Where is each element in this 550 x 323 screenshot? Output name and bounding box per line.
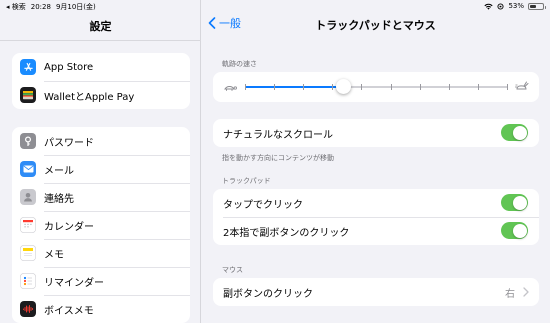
sidebar-item-label: App Store (44, 61, 94, 73)
voice-memos-icon (20, 301, 36, 317)
mouse-card: 副ボタンのクリック 右 (213, 278, 539, 306)
calendar-icon (20, 217, 36, 233)
status-bar: ◂ 検索 20:28 9月10日(金) 53% (0, 0, 550, 12)
natural-scroll-card: ナチュラルなスクロール (213, 119, 539, 147)
sidebar-title: 設定 (89, 20, 112, 33)
sidebar-item-label: パスワード (44, 137, 94, 149)
contacts-icon (20, 189, 36, 205)
slider-thumb[interactable] (336, 79, 352, 94)
sidebar-item-label: メール (44, 165, 74, 177)
key-icon (20, 133, 36, 149)
slider-tick (477, 84, 479, 90)
sidebar-item-voice-memos[interactable]: ボイスメモ (12, 295, 190, 323)
secondary-click-label: 副ボタンのクリック (223, 288, 313, 300)
battery-percent: 53% (508, 2, 524, 10)
sidebar-group-apps: パスワード メール 連絡先 カレンダー メモ リマインダー ボイスメモ (12, 127, 190, 323)
sidebar-item-calendar[interactable]: カレンダー (12, 211, 190, 239)
status-date: 9月10日(金) (55, 3, 96, 11)
natural-scroll-toggle[interactable] (501, 124, 528, 141)
tortoise-icon (224, 86, 237, 91)
tap-to-click-row: タップでクリック (213, 189, 539, 217)
sidebar-item-contacts[interactable]: 連絡先 (12, 183, 190, 211)
sidebar-item-label: 連絡先 (44, 193, 74, 205)
tracking-speed-header: 軌跡の速さ (222, 60, 257, 68)
wifi-icon (484, 3, 494, 10)
two-finger-click-label: 2本指で副ボタンのクリック (223, 227, 350, 239)
sidebar-item-label: WalletとApple Pay (44, 91, 135, 103)
sidebar-item-app-store[interactable]: App Store (12, 53, 190, 81)
sidebar-item-label: カレンダー (44, 221, 94, 233)
slider-tick (274, 84, 276, 90)
sidebar-group-store: App Store WalletとApple Pay (12, 53, 190, 109)
sidebar-item-wallet[interactable]: WalletとApple Pay (12, 81, 190, 109)
app-store-icon (20, 59, 36, 75)
sidebar-divider (0, 40, 201, 41)
slider-tick (361, 84, 363, 90)
sidebar-item-label: リマインダー (44, 277, 104, 289)
notes-icon (20, 245, 36, 261)
mouse-header: マウス (222, 266, 243, 274)
sidebar-item-label: ボイスメモ (44, 305, 94, 317)
reminders-icon (20, 273, 36, 289)
slider-tick (419, 84, 421, 90)
chevron-right-icon (523, 287, 529, 297)
sidebar-item-mail[interactable]: メール (12, 155, 190, 183)
two-finger-click-toggle[interactable] (501, 222, 528, 239)
secondary-click-value: 右 (505, 288, 515, 300)
detail-pane: 一般 トラックパッドとマウス 軌跡の速さ ナチュラルなスクロール 指を動かす方向… (201, 0, 550, 323)
sidebar-item-notes[interactable]: メモ (12, 239, 190, 267)
tap-to-click-toggle[interactable] (501, 194, 528, 211)
trackpad-header: トラックパッド (222, 177, 271, 185)
back-to-app-link[interactable]: ◂ 検索 (6, 2, 26, 12)
two-finger-click-row: 2本指で副ボタンのクリック (213, 217, 539, 245)
orientation-lock-icon (497, 2, 504, 10)
sidebar-item-label: メモ (44, 249, 64, 261)
page-title: トラックパッドとマウス (315, 19, 436, 32)
slider-tick (332, 84, 334, 90)
tap-to-click-label: タップでクリック (223, 199, 303, 211)
sidebar-item-passwords[interactable]: パスワード (12, 127, 190, 155)
natural-scroll-footnote: 指を動かす方向にコンテンツが移動 (222, 154, 334, 162)
slider-tick (448, 84, 450, 90)
battery-icon (528, 2, 546, 10)
screen: ◂ 検索 20:28 9月10日(金) 53% 設定 App Store Wal… (0, 0, 550, 323)
hare-icon (515, 81, 529, 90)
trackpad-card: タップでクリック 2本指で副ボタンのクリック (213, 189, 539, 245)
slider-tick (507, 84, 508, 90)
slider-tick (390, 84, 392, 90)
natural-scroll-label: ナチュラルなスクロール (223, 129, 333, 141)
mail-icon (20, 161, 36, 177)
secondary-click-row[interactable]: 副ボタンのクリック 右 (213, 278, 539, 306)
natural-scroll-row: ナチュラルなスクロール (213, 119, 539, 147)
status-time: 20:28 (30, 3, 51, 11)
settings-sidebar: 設定 App Store WalletとApple Pay パスワード メール … (0, 0, 201, 323)
sidebar-item-reminders[interactable]: リマインダー (12, 267, 190, 295)
tracking-speed-slider[interactable] (245, 79, 508, 94)
tracking-speed-card (213, 72, 539, 102)
slider-tick (245, 84, 246, 90)
slider-tick (303, 84, 305, 90)
wallet-icon (20, 87, 36, 103)
